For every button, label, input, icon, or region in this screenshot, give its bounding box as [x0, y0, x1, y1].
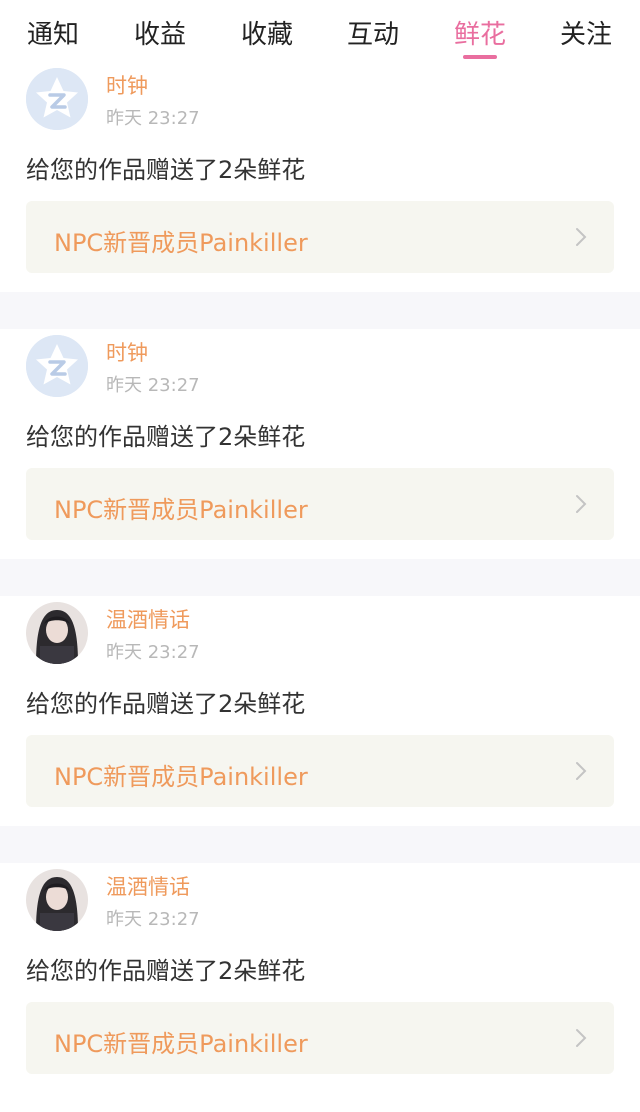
divider — [0, 559, 640, 596]
chevron-right-icon — [576, 228, 587, 246]
work-link[interactable]: NPC新晋成员Painkiller — [26, 1002, 614, 1074]
default-star-avatar-icon[interactable] — [26, 68, 88, 130]
notification-message: 给您的作品赠送了2朵鲜花 — [26, 156, 306, 184]
timestamp: 昨天 23:27 — [106, 642, 200, 663]
work-link[interactable]: NPC新晋成员Painkiller — [26, 735, 614, 807]
username[interactable]: 时钟 — [106, 337, 148, 367]
username[interactable]: 温酒情话 — [106, 604, 190, 634]
photo-avatar[interactable] — [26, 869, 88, 931]
tab-favorites[interactable]: 收藏 — [227, 14, 307, 54]
username[interactable]: 温酒情话 — [106, 871, 190, 901]
notification-message: 给您的作品赠送了2朵鲜花 — [26, 957, 306, 985]
list-item: 温酒情话 昨天 23:27 给您的作品赠送了2朵鲜花 NPC新晋成员Painki… — [0, 863, 640, 1093]
timestamp: 昨天 23:27 — [106, 108, 200, 129]
work-link[interactable]: NPC新晋成员Painkiller — [26, 201, 614, 273]
default-star-avatar-icon[interactable] — [26, 335, 88, 397]
tab-follows[interactable]: 关注 — [546, 14, 626, 54]
notification-list: 时钟 昨天 23:27 给您的作品赠送了2朵鲜花 NPC新晋成员Painkill… — [0, 62, 640, 1093]
tab-interactions[interactable]: 互动 — [333, 14, 413, 54]
work-title: NPC新晋成员Painkiller — [54, 496, 308, 524]
notification-message: 给您的作品赠送了2朵鲜花 — [26, 690, 306, 718]
active-tab-indicator — [463, 55, 497, 59]
list-item: 时钟 昨天 23:27 给您的作品赠送了2朵鲜花 NPC新晋成员Painkill… — [0, 62, 640, 292]
chevron-right-icon — [576, 762, 587, 780]
photo-avatar[interactable] — [26, 602, 88, 664]
work-link[interactable]: NPC新晋成员Painkiller — [26, 468, 614, 540]
tab-bar: 通知 收益 收藏 互动 鲜花 关注 — [0, 0, 640, 62]
tab-earnings[interactable]: 收益 — [120, 14, 200, 54]
tab-flowers[interactable]: 鲜花 — [440, 14, 520, 54]
timestamp: 昨天 23:27 — [106, 909, 200, 930]
work-title: NPC新晋成员Painkiller — [54, 1030, 308, 1058]
chevron-right-icon — [576, 495, 587, 513]
tab-notifications[interactable]: 通知 — [13, 14, 93, 54]
divider — [0, 292, 640, 329]
list-item: 时钟 昨天 23:27 给您的作品赠送了2朵鲜花 NPC新晋成员Painkill… — [0, 329, 640, 559]
work-title: NPC新晋成员Painkiller — [54, 763, 308, 791]
chevron-right-icon — [576, 1029, 587, 1047]
notification-message: 给您的作品赠送了2朵鲜花 — [26, 423, 306, 451]
divider — [0, 826, 640, 863]
timestamp: 昨天 23:27 — [106, 375, 200, 396]
work-title: NPC新晋成员Painkiller — [54, 229, 308, 257]
list-item: 温酒情话 昨天 23:27 给您的作品赠送了2朵鲜花 NPC新晋成员Painki… — [0, 596, 640, 826]
username[interactable]: 时钟 — [106, 70, 148, 100]
